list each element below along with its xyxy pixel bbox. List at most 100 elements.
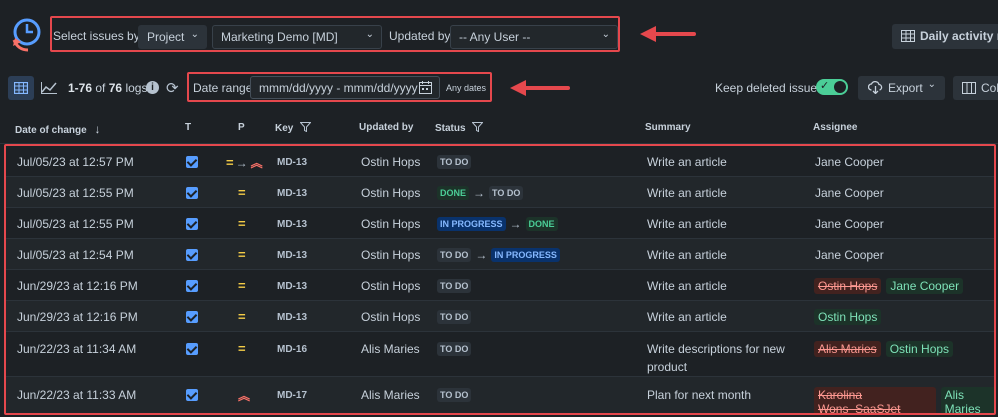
issue-key[interactable]: MD-13 — [277, 250, 307, 261]
updated-by-dropdown[interactable]: -- Any User -- ⌄ — [450, 25, 618, 49]
high-priority-icon: ︽ — [250, 156, 263, 170]
daily-activity-label: Daily activity report — [920, 29, 998, 43]
daily-activity-report-button[interactable]: Daily activity report — [892, 24, 998, 49]
count-range: 1-76 — [68, 81, 93, 95]
refresh-icon[interactable]: ⟳ — [166, 79, 179, 97]
status-badge-todo: TO DO — [437, 388, 472, 402]
priority: = — [238, 247, 246, 262]
col-date-label: Date of change — [15, 125, 87, 136]
issue-key[interactable]: MD-13 — [277, 312, 307, 323]
medium-priority-icon: = — [238, 216, 246, 231]
summary: Write an article — [647, 310, 727, 324]
priority: = — [238, 309, 246, 324]
export-label: Export — [888, 81, 923, 95]
issue-key[interactable]: MD-16 — [277, 344, 307, 355]
task-type-icon — [186, 389, 198, 401]
task-type-icon — [186, 311, 198, 323]
row-date: Jul/05/23 at 12:57 PM — [17, 155, 134, 169]
toolbar: 1-76 of 76 logs i ⟳ Date range: mmm/dd/y… — [0, 66, 998, 110]
row-date: Jul/05/23 at 12:55 PM — [17, 217, 134, 231]
project-dropdown[interactable]: Marketing Demo [MD] ⌄ — [212, 25, 382, 49]
issue-key[interactable]: MD-13 — [277, 281, 307, 292]
issue-key[interactable]: MD-13 — [277, 219, 307, 230]
check-icon: ✓ — [820, 80, 830, 92]
medium-priority-icon: = — [226, 155, 234, 170]
row-date: Jun/29/23 at 12:16 PM — [17, 310, 138, 324]
columns-button[interactable]: Columns — [953, 76, 998, 100]
chart-view-button[interactable] — [36, 76, 62, 100]
project-value: Marketing Demo [MD] — [221, 30, 338, 44]
info-icon[interactable]: i — [146, 81, 159, 94]
assignee: Jane Cooper — [815, 155, 884, 169]
assignee-old: Ostin Hops — [814, 278, 882, 294]
row-date: Jul/05/23 at 12:54 PM — [17, 248, 134, 262]
project-type-dropdown[interactable]: Project ⌄ — [138, 25, 207, 49]
priority: = — [238, 185, 246, 200]
line-chart-icon — [41, 82, 57, 94]
updated-by: Ostin Hops — [361, 310, 421, 324]
updated-by-value: -- Any User -- — [459, 30, 531, 44]
arrow-right-icon: → — [475, 248, 488, 262]
updated-by: Ostin Hops — [361, 155, 421, 169]
col-date-of-change[interactable]: Date of change ↓ — [15, 122, 100, 136]
table-row[interactable]: Jul/05/23 at 12:55 PM = MD-13 Ostin Hops… — [6, 208, 994, 239]
status-badge-todo: TO DO — [437, 279, 472, 293]
status-badge-todo: TO DO — [437, 342, 472, 356]
medium-priority-icon: = — [238, 309, 246, 324]
date-range-input[interactable]: mmm/dd/yyyy - mmm/dd/yyyy — [250, 76, 440, 99]
assignee-change: Karolina Wons_SaaSJet Alis Maries — [814, 387, 994, 413]
count-of: of — [95, 81, 106, 95]
status-badge-todo: TO DO — [489, 186, 524, 200]
keep-deleted-toggle[interactable]: ✓ — [816, 79, 848, 95]
task-type-icon — [186, 343, 198, 355]
filter-icon[interactable] — [471, 122, 484, 133]
status-badge-done: DONE — [437, 186, 470, 200]
select-issues-label: Select issues by: — [53, 29, 144, 43]
columns-label: Columns — [981, 81, 998, 95]
row-date: Jun/22/23 at 11:33 AM — [17, 388, 137, 402]
issue-key[interactable]: MD-17 — [277, 390, 307, 401]
table-view-button[interactable] — [8, 76, 34, 100]
assignee-change: Ostin Hops Jane Cooper — [814, 278, 964, 294]
arrow-right-icon: → — [473, 186, 486, 200]
assignee: Jane Cooper — [815, 217, 884, 231]
export-button[interactable]: Export ⌄ — [858, 76, 945, 100]
issue-key[interactable]: MD-13 — [277, 188, 307, 199]
status-badge-todo: TO DO — [437, 248, 472, 262]
assignee-new: Alis Maries — [940, 387, 994, 413]
count-total: 76 — [108, 81, 123, 95]
summary-line2: product — [647, 360, 688, 374]
row-date: Jun/29/23 at 12:16 PM — [17, 279, 138, 293]
issue-key[interactable]: MD-13 — [277, 157, 307, 168]
date-range-group: Date range: mmm/dd/yyyy - mmm/dd/yyyy An… — [187, 72, 492, 102]
count-unit: logs — [125, 81, 148, 95]
arrow-right-icon: → — [509, 217, 522, 231]
col-key: Key — [275, 122, 312, 134]
filter-icon[interactable] — [299, 122, 312, 133]
annotation-arrow-icon — [510, 80, 570, 96]
summary: Write an article — [647, 155, 727, 169]
table-row[interactable]: Jul/05/23 at 12:54 PM = MD-13 Ostin Hops… — [6, 239, 994, 270]
table-row[interactable]: Jun/29/23 at 12:16 PM = MD-13 Ostin Hops… — [6, 301, 994, 332]
task-type-icon — [186, 187, 198, 199]
arrow-right-icon: → — [235, 155, 248, 170]
any-dates-link[interactable]: Any dates — [446, 83, 486, 93]
table-icon — [14, 82, 28, 94]
sort-arrow-down-icon[interactable]: ↓ — [94, 122, 100, 136]
row-date: Jul/05/23 at 12:55 PM — [17, 186, 134, 200]
priority: = — [238, 341, 246, 356]
table-header: Date of change ↓ T P Key Updated by Stat… — [0, 110, 998, 144]
medium-priority-icon: = — [238, 185, 246, 200]
assignee-change: Ostin Hops — [814, 309, 882, 325]
chevron-down-icon: ⌄ — [190, 29, 199, 40]
table-row[interactable]: Jun/22/23 at 11:34 AM = MD-16 Alis Marie… — [6, 332, 994, 377]
status-badge-todo: TO DO — [437, 155, 472, 169]
summary: Write an article — [647, 186, 727, 200]
table-row[interactable]: Jun/29/23 at 12:16 PM = MD-13 Ostin Hops… — [6, 270, 994, 301]
table-row[interactable]: Jul/05/23 at 12:55 PM = MD-13 Ostin Hops… — [6, 177, 994, 208]
col-summary: Summary — [645, 122, 691, 133]
calendar-icon[interactable] — [419, 81, 432, 94]
table-row[interactable]: Jun/22/23 at 11:33 AM ︽ MD-17 Alis Marie… — [6, 377, 994, 413]
summary: Write an article — [647, 279, 727, 293]
table-row[interactable]: Jul/05/23 at 12:57 PM = → ︽ MD-13 Ostin … — [6, 146, 994, 177]
